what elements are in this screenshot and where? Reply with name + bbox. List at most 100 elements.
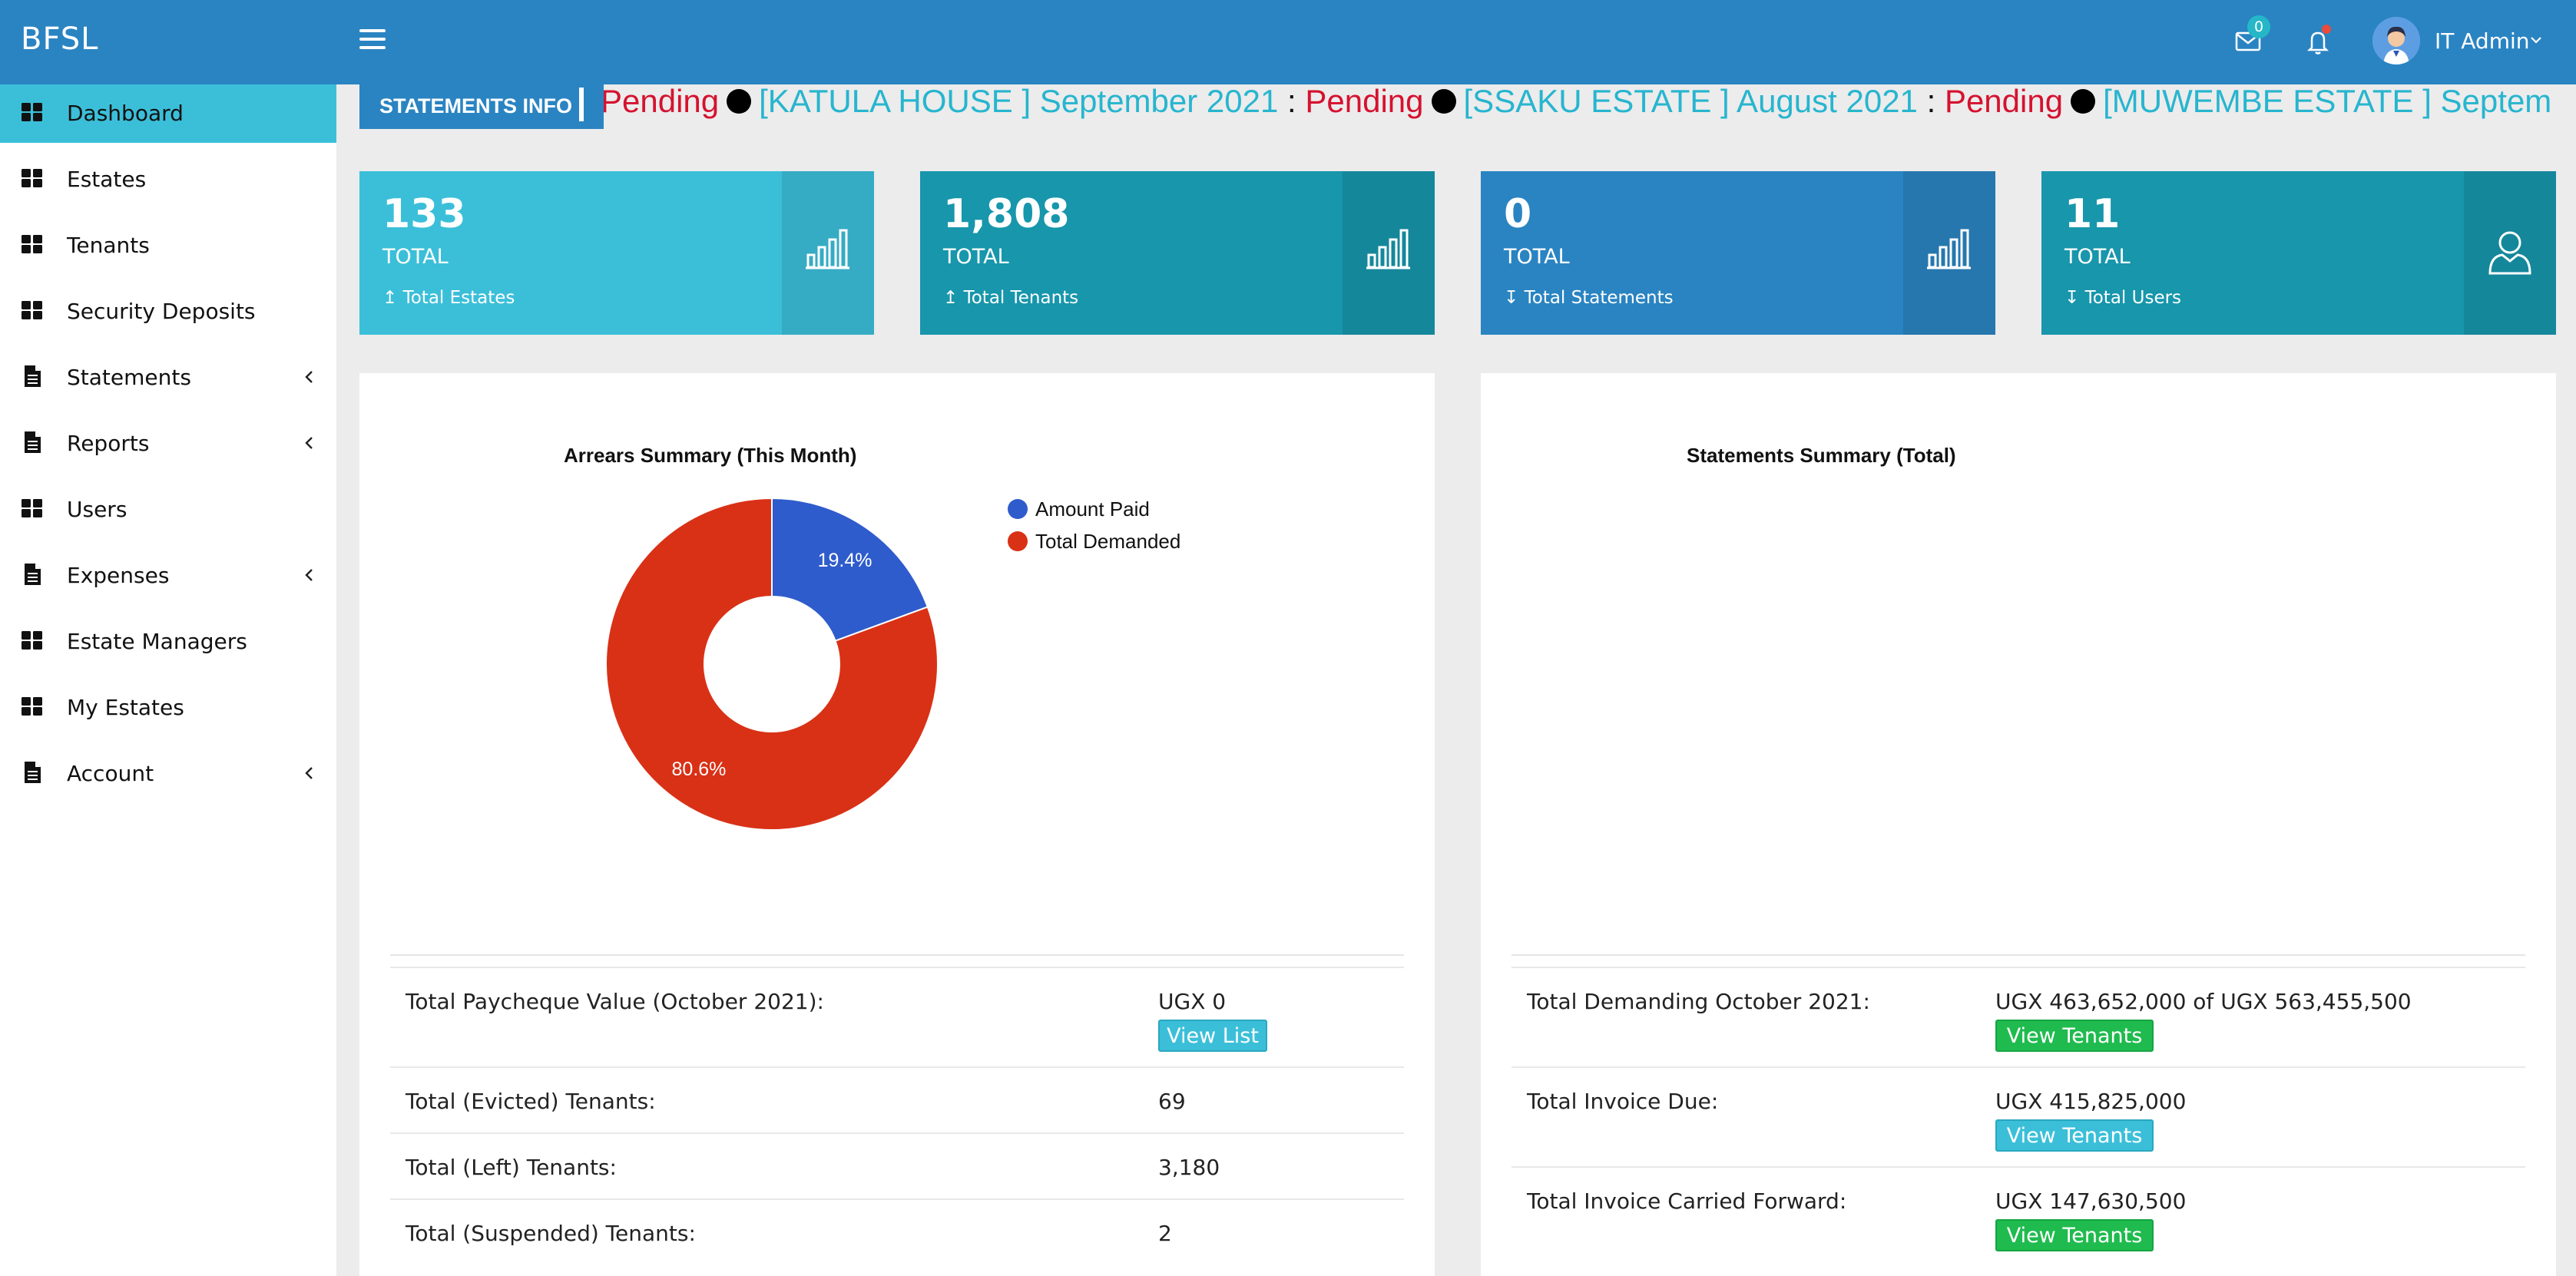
document-icon: [25, 762, 41, 783]
ticker-label: STATEMENTS INFO: [359, 84, 604, 129]
sidebar-item-label: Security Deposits: [67, 299, 256, 324]
donut-data-label: 80.6%: [672, 759, 727, 780]
card-total-label: TOTAL: [382, 245, 449, 269]
arrears-donut-chart: 19.4% 80.6% Amount Paid Total Demanded: [605, 497, 1180, 831]
sidebar-item-my-estates[interactable]: My Estates: [0, 679, 336, 737]
chevron-left-icon: [305, 371, 313, 383]
sidebar-item-label: My Estates: [67, 695, 184, 720]
view-list-button[interactable]: View List: [1158, 1020, 1267, 1052]
mail-badge: 0: [2247, 15, 2270, 38]
sidebar-item-statements[interactable]: Statements: [0, 349, 336, 407]
bar-chart-icon: [806, 229, 849, 269]
card-number: 11: [2064, 191, 2121, 237]
view-tenants-button[interactable]: View Tenants: [1995, 1119, 2154, 1152]
ticker-estate[interactable]: [SSAKU ESTATE ] August 2021: [1464, 83, 1918, 119]
chevron-left-icon: [305, 569, 313, 581]
card-subtitle: ↧ Total Users: [2064, 288, 2182, 308]
row-divider: [390, 1132, 1404, 1134]
sidebar-item-estates[interactable]: Estates: [0, 150, 336, 209]
grid-icon: [22, 631, 42, 650]
summary-row-label: Total Demanding October 2021:: [1527, 989, 1870, 1014]
stat-card: 133 TOTAL ↥ Total Estates: [359, 171, 874, 335]
sidebar-item-account[interactable]: Account: [0, 745, 336, 803]
ticker-estate[interactable]: [MUWEMBE ESTATE ] Septem: [2103, 83, 2551, 119]
summary-row-label: Total (Evicted) Tenants:: [406, 1089, 656, 1114]
summary-row-value: UGX 0: [1158, 989, 1227, 1014]
ticker-status: Pending: [604, 83, 720, 119]
sidebar-item-label: Expenses: [67, 563, 170, 588]
menu-toggle-icon[interactable]: [359, 29, 386, 52]
card-total-label: TOTAL: [943, 245, 1009, 269]
card-icon-area: [782, 171, 874, 335]
sidebar-item-security-deposits[interactable]: Security Deposits: [0, 283, 336, 341]
stat-card: 0 TOTAL ↧ Total Statements: [1481, 171, 1995, 335]
sidebar-item-expenses[interactable]: Expenses: [0, 547, 336, 605]
sidebar-item-label: Users: [67, 497, 127, 522]
summary-row-label: Total (Left) Tenants:: [406, 1155, 617, 1180]
row-divider: [390, 967, 1404, 968]
row-divider: [1511, 1166, 2525, 1168]
legend-label[interactable]: Total Demanded: [1035, 530, 1180, 553]
brand-logo[interactable]: BFSL: [21, 21, 98, 57]
sidebar-item-tenants[interactable]: Tenants: [0, 217, 336, 275]
avatar[interactable]: [2372, 17, 2420, 64]
arrears-panel: Arrears Summary (This Month) 19.4% 80.6% A…: [359, 373, 1435, 1276]
summary-row-value: UGX 147,630,500: [1995, 1188, 2187, 1214]
view-tenants-button[interactable]: View Tenants: [1995, 1219, 2154, 1251]
card-subtitle: ↧ Total Statements: [1504, 288, 1674, 308]
summary-row-value: 2: [1158, 1221, 1172, 1246]
card-icon-area: [1903, 171, 1995, 335]
grid-icon: [22, 301, 42, 319]
summary-row-label: Total Invoice Carried Forward:: [1527, 1188, 1847, 1214]
view-tenants-button[interactable]: View Tenants: [1995, 1020, 2154, 1052]
grid-icon: [22, 235, 42, 253]
chevron-left-icon: [305, 437, 313, 449]
sidebar-item-dashboard[interactable]: Dashboard: [0, 84, 336, 143]
card-icon-area: [2464, 171, 2556, 335]
sidebar: Dashboard Estates Tenants Security Depos…: [0, 84, 336, 1276]
document-icon: [25, 564, 41, 585]
ticker-status: Pending: [1944, 83, 2064, 119]
grid-icon: [22, 169, 42, 187]
sidebar-item-label: Reports: [67, 431, 150, 456]
user-menu-name[interactable]: IT Admin: [2435, 28, 2530, 54]
divider: [390, 954, 1404, 956]
card-total-label: TOTAL: [2064, 245, 2131, 269]
legend-swatch: [1008, 499, 1028, 519]
sidebar-item-label: Tenants: [67, 233, 150, 258]
sidebar-item-label: Account: [67, 761, 154, 786]
document-icon: [25, 365, 41, 387]
trend-arrow-icon: ↥: [943, 288, 959, 308]
ticker-separator-dot: [727, 89, 752, 114]
grid-icon: [22, 697, 42, 716]
statements-ticker: Pending [KATULA HOUSE ] September 2021 : …: [604, 80, 2554, 124]
legend-label[interactable]: Amount Paid: [1035, 498, 1150, 521]
chevron-left-icon: [305, 767, 313, 779]
document-icon: [25, 431, 41, 453]
row-divider: [390, 1066, 1404, 1068]
stat-card: 1,808 TOTAL ↥ Total Tenants: [920, 171, 1435, 335]
statements-chart-title: Statements Summary (Total): [1687, 444, 1956, 467]
row-divider: [1511, 1066, 2525, 1068]
summary-row-value: 3,180: [1158, 1155, 1220, 1180]
stat-card: 11 TOTAL ↧ Total Users: [2041, 171, 2556, 335]
sidebar-item-estate-managers[interactable]: Estate Managers: [0, 613, 336, 671]
card-total-label: TOTAL: [1504, 245, 1570, 269]
legend-swatch: [1008, 531, 1028, 551]
card-icon-area: [1343, 171, 1435, 335]
ticker-separator-dot: [2071, 89, 2096, 114]
ticker-estate[interactable]: [KATULA HOUSE ] September 2021: [759, 83, 1278, 119]
sidebar-item-label: Dashboard: [67, 101, 184, 126]
sidebar-item-users[interactable]: Users: [0, 481, 336, 539]
row-divider: [1511, 967, 2525, 968]
ticker-cursor: [579, 88, 584, 121]
summary-row-label: Total (Suspended) Tenants:: [406, 1221, 696, 1246]
sidebar-item-label: Statements: [67, 365, 191, 390]
row-divider: [390, 1198, 1404, 1200]
ticker-separator-dot: [1431, 89, 1456, 114]
summary-row-label: Total Paycheque Value (October 2021):: [406, 989, 824, 1014]
sidebar-item-reports[interactable]: Reports: [0, 415, 336, 473]
bar-chart-icon: [1927, 229, 1971, 269]
chevron-down-icon[interactable]: [2528, 32, 2544, 48]
sidebar-item-label: Estates: [67, 167, 147, 192]
